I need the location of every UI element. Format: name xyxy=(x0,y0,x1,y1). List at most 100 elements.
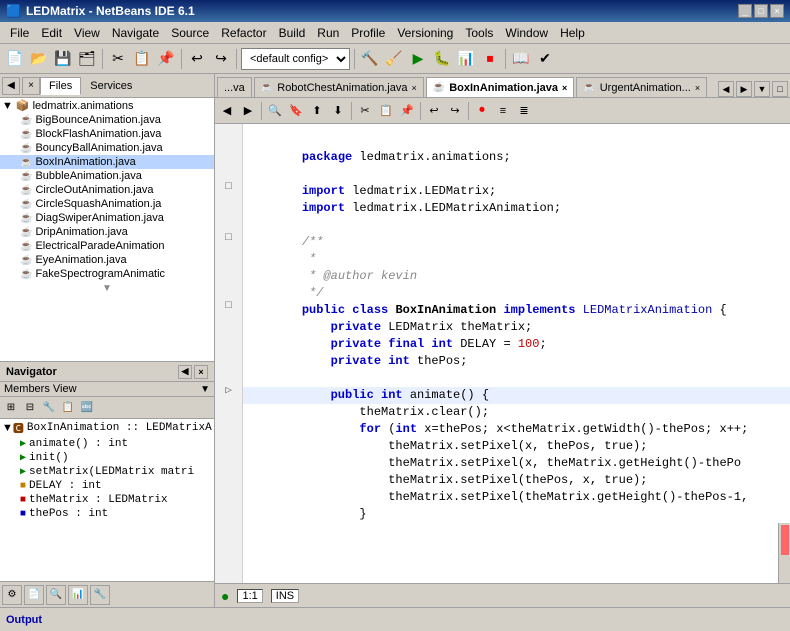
profile-button[interactable]: 📊 xyxy=(455,48,477,70)
code-area[interactable]: □ □ □ ▷ package ledmatrix.animations xyxy=(215,124,790,583)
code-editor[interactable]: package ledmatrix.animations; import led… xyxy=(243,124,790,583)
close-tab-button[interactable]: × xyxy=(562,83,567,93)
close-tab-button[interactable]: × xyxy=(695,83,700,93)
menu-build[interactable]: Build xyxy=(273,24,312,42)
member-setmatrix[interactable]: ▶ setMatrix(LEDMatrix matri xyxy=(0,465,214,479)
list-item[interactable]: ☕ FakeSpectrogramAnimatic xyxy=(0,267,214,281)
nav-btn-2[interactable]: ⊟ xyxy=(21,399,39,417)
output-label[interactable]: Output xyxy=(6,614,42,626)
list-item[interactable]: ☕ BigBounceAnimation.java xyxy=(0,113,214,127)
tab-files[interactable]: Files xyxy=(40,77,81,95)
fold-marker[interactable]: □ xyxy=(215,298,242,315)
fold-marker[interactable]: □ xyxy=(215,179,242,196)
menu-versioning[interactable]: Versioning xyxy=(391,24,459,42)
javadoc-button[interactable]: 📖 xyxy=(510,48,532,70)
member-thepos[interactable]: ■ thePos : int xyxy=(0,507,214,521)
nav-btn-4[interactable]: 📋 xyxy=(59,399,77,417)
nav-bottom-btn-1[interactable]: ⚙ xyxy=(2,585,22,605)
editor-forward-btn[interactable]: ▶ xyxy=(238,101,258,121)
editor-back-btn[interactable]: ◀ xyxy=(217,101,237,121)
config-select[interactable]: <default config> xyxy=(241,48,350,70)
maximize-button[interactable]: □ xyxy=(754,4,768,18)
undo-button[interactable]: ↩ xyxy=(186,48,208,70)
list-item[interactable]: ☕ BouncyBallAnimation.java xyxy=(0,141,214,155)
fold-marker-active[interactable]: ▷ xyxy=(215,383,242,400)
menu-refactor[interactable]: Refactor xyxy=(215,24,272,42)
cut-button[interactable]: ✂ xyxy=(107,48,129,70)
new-button[interactable]: 📄 xyxy=(4,48,26,70)
window-controls[interactable]: _ □ × xyxy=(738,4,784,18)
build-button[interactable]: 🔨 xyxy=(359,48,381,70)
list-item[interactable]: ☕ ElectricalParadeAnimation xyxy=(0,239,214,253)
editor-next-btn[interactable]: ⬇ xyxy=(328,101,348,121)
list-item[interactable]: ☕ DiagSwiperAnimation.java xyxy=(0,211,214,225)
list-item[interactable]: ☕ BoxInAnimation.java xyxy=(0,155,214,169)
redo-button[interactable]: ↪ xyxy=(210,48,232,70)
menu-navigate[interactable]: Navigate xyxy=(106,24,165,42)
members-view-dropdown[interactable]: ▼ xyxy=(200,384,210,395)
test-button[interactable]: ✔ xyxy=(534,48,556,70)
list-item[interactable]: ☕ EyeAnimation.java xyxy=(0,253,214,267)
list-item[interactable]: ☕ CircleSquashAnimation.ja xyxy=(0,197,214,211)
member-init[interactable]: ▶ init() xyxy=(0,451,214,465)
class-root[interactable]: ▼ 🅲 BoxInAnimation :: LEDMatrixA xyxy=(0,419,214,437)
debug-button[interactable]: 🐛 xyxy=(431,48,453,70)
copy-button[interactable]: 📋 xyxy=(131,48,153,70)
menu-tools[interactable]: Tools xyxy=(459,24,499,42)
tab-scroll-left[interactable]: ◀ xyxy=(718,81,734,97)
editor-tab-robotchest[interactable]: ☕ RobotChestAnimation.java × xyxy=(254,77,424,97)
run-button[interactable]: ▶ xyxy=(407,48,429,70)
panel-menu-button[interactable]: × xyxy=(22,77,40,95)
editor-format-btn[interactable]: ≡ xyxy=(493,101,513,121)
editor-tab-va[interactable]: ...va xyxy=(217,77,252,97)
editor-paste2-btn[interactable]: 📌 xyxy=(397,101,417,121)
editor-tab-urgent[interactable]: ☕ UrgentAnimation... × xyxy=(576,77,707,97)
editor-cut2-btn[interactable]: ✂ xyxy=(355,101,375,121)
navigator-collapse-button[interactable]: ◀ xyxy=(178,365,192,379)
panel-collapse-button[interactable]: ◀ xyxy=(2,77,20,95)
menu-view[interactable]: View xyxy=(68,24,106,42)
editor-tab-boxinanimation[interactable]: ☕ BoxInAnimation.java × xyxy=(426,77,575,97)
minimize-button[interactable]: _ xyxy=(738,4,752,18)
close-button[interactable]: × xyxy=(770,4,784,18)
nav-bottom-btn-4[interactable]: 📊 xyxy=(68,585,88,605)
nav-btn-5[interactable]: 🔤 xyxy=(78,399,96,417)
stop-button[interactable]: ⏹ xyxy=(479,48,501,70)
member-delay[interactable]: ■ DELAY : int xyxy=(0,479,214,493)
fold-marker[interactable]: □ xyxy=(215,230,242,247)
nav-bottom-btn-3[interactable]: 🔍 xyxy=(46,585,66,605)
editor-debug-btn[interactable]: ⏺ xyxy=(472,101,492,121)
list-item[interactable]: ☕ BlockFlashAnimation.java xyxy=(0,127,214,141)
menu-help[interactable]: Help xyxy=(554,24,591,42)
menu-profile[interactable]: Profile xyxy=(345,24,391,42)
list-item[interactable]: ☕ BubbleAnimation.java xyxy=(0,169,214,183)
file-tree[interactable]: ▼ 📦 ledmatrix.animations ☕ BigBounceAnim… xyxy=(0,98,214,361)
tree-root[interactable]: ▼ 📦 ledmatrix.animations xyxy=(0,98,214,113)
tab-scroll-right[interactable]: ▶ xyxy=(736,81,752,97)
menu-window[interactable]: Window xyxy=(499,24,554,42)
menu-run[interactable]: Run xyxy=(311,24,345,42)
editor-copy2-btn[interactable]: 📋 xyxy=(376,101,396,121)
open-button[interactable]: 📂 xyxy=(28,48,50,70)
tab-dropdown[interactable]: ▼ xyxy=(754,81,770,97)
menu-file[interactable]: File xyxy=(4,24,35,42)
editor-undo2-btn[interactable]: ↩ xyxy=(424,101,444,121)
editor-format2-btn[interactable]: ≣ xyxy=(514,101,534,121)
editor-search-btn[interactable]: 🔍 xyxy=(265,101,285,121)
member-thematrix[interactable]: ■ theMatrix : LEDMatrix xyxy=(0,493,214,507)
list-item[interactable]: ☕ DripAnimation.java xyxy=(0,225,214,239)
editor-redo2-btn[interactable]: ↪ xyxy=(445,101,465,121)
save-button[interactable]: 💾 xyxy=(52,48,74,70)
nav-bottom-btn-2[interactable]: 📄 xyxy=(24,585,44,605)
maximize-editor-button[interactable]: □ xyxy=(772,81,788,97)
list-item[interactable]: ☕ CircleOutAnimation.java xyxy=(0,183,214,197)
paste-button[interactable]: 📌 xyxy=(155,48,177,70)
tab-services[interactable]: Services xyxy=(81,77,141,95)
save-all-button[interactable]: 🗂 xyxy=(76,48,98,70)
clean-build-button[interactable]: 🧹 xyxy=(383,48,405,70)
nav-btn-1[interactable]: ⊞ xyxy=(2,399,20,417)
editor-bookmark-btn[interactable]: 🔖 xyxy=(286,101,306,121)
menu-source[interactable]: Source xyxy=(165,24,215,42)
nav-bottom-btn-5[interactable]: 🔧 xyxy=(90,585,110,605)
navigator-close-button[interactable]: × xyxy=(194,365,208,379)
